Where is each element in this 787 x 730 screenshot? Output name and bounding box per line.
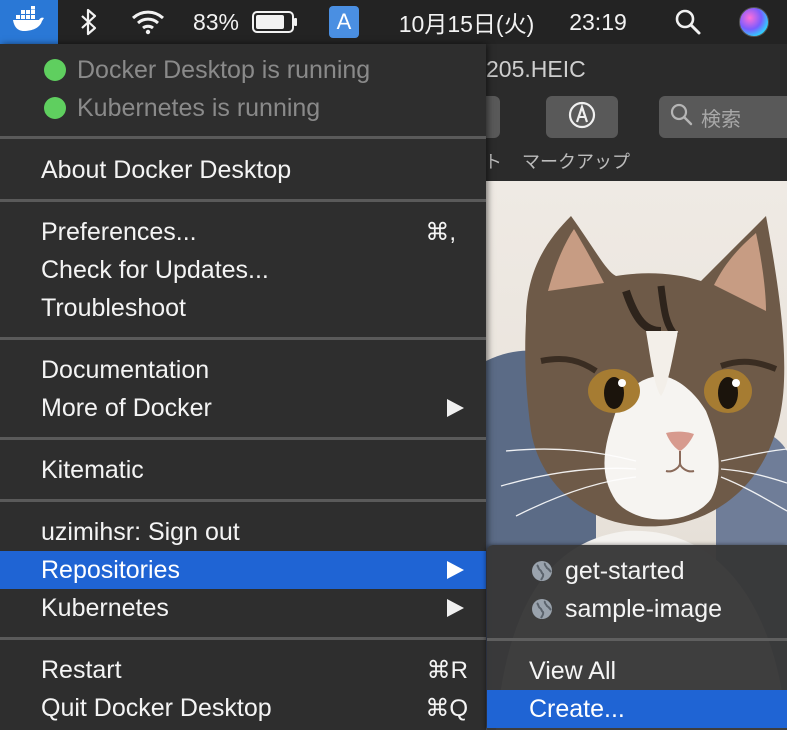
markup-button[interactable]	[546, 96, 618, 138]
input-source-indicator[interactable]: A	[327, 0, 361, 44]
menu-item-troubleshoot[interactable]: Troubleshoot	[0, 289, 486, 327]
menubar-date[interactable]: 10月15日(火)	[384, 0, 549, 44]
menu-item-preferences[interactable]: Preferences... ⌘,	[0, 213, 486, 251]
menubar-time[interactable]: 23:19	[558, 0, 638, 44]
submenu-item-create[interactable]: Create...	[487, 690, 787, 728]
menu-item-documentation[interactable]: Documentation	[0, 351, 486, 389]
status-docker-desktop: Docker Desktop is running	[0, 51, 486, 89]
menu-separator	[0, 136, 486, 139]
markup-pen-icon	[567, 100, 597, 135]
menu-separator	[0, 437, 486, 440]
menu-item-quit[interactable]: Quit Docker Desktop ⌘Q	[0, 689, 486, 727]
status-kubernetes: Kubernetes is running	[0, 89, 486, 127]
menu-item-label: uzimihsr: Sign out	[41, 517, 240, 546]
submenu-arrow-icon	[447, 599, 464, 617]
menu-item-label: Preferences...	[41, 217, 197, 246]
battery-percent[interactable]: 83%	[186, 0, 246, 44]
submenu-item-label: sample-image	[565, 594, 723, 623]
status-label: Docker Desktop is running	[77, 55, 371, 84]
menu-item-label: Troubleshoot	[41, 293, 186, 322]
menu-item-label: Quit Docker Desktop	[41, 693, 272, 722]
menu-item-kitematic[interactable]: Kitematic	[0, 451, 486, 489]
menu-item-label: Kubernetes	[41, 593, 169, 622]
docker-dropdown-menu: Docker Desktop is running Kubernetes is …	[0, 44, 486, 730]
submenu-item-label: Create...	[529, 694, 625, 723]
search-placeholder: 検索	[701, 108, 741, 131]
menu-separator	[0, 199, 486, 202]
repositories-submenu: get-started sample-image View All Create…	[487, 545, 787, 730]
menu-item-kubernetes[interactable]: Kubernetes	[0, 589, 486, 627]
menu-item-label: About Docker Desktop	[41, 155, 292, 184]
menu-item-sign-out[interactable]: uzimihsr: Sign out	[0, 513, 486, 551]
menu-item-label: Check for Updates...	[41, 255, 269, 284]
docker-menu-extra[interactable]	[0, 0, 58, 44]
battery-icon[interactable]	[250, 0, 300, 44]
menu-separator	[0, 637, 486, 640]
submenu-item-label: get-started	[565, 556, 685, 585]
siri-orb	[739, 7, 769, 37]
spotlight-search-icon[interactable]	[668, 0, 708, 44]
input-source-label: A	[329, 6, 359, 38]
menu-item-repositories[interactable]: Repositories	[0, 551, 486, 589]
menu-separator	[0, 337, 486, 340]
preview-toolbar-button[interactable]	[486, 96, 500, 138]
menu-item-label: Repositories	[41, 555, 180, 584]
markup-label: マークアップ	[522, 152, 630, 172]
menu-bar: 83% A 10月15日(火) 23:19	[0, 0, 787, 44]
menu-separator	[0, 499, 486, 502]
menu-item-label: More of Docker	[41, 393, 212, 422]
submenu-arrow-icon	[447, 399, 464, 417]
submenu-item-repo[interactable]: get-started	[487, 552, 787, 590]
menu-item-check-updates[interactable]: Check for Updates...	[0, 251, 486, 289]
status-running-dot	[44, 97, 66, 119]
globe-icon	[531, 598, 553, 620]
bluetooth-icon[interactable]	[74, 0, 104, 44]
status-label: Kubernetes is running	[77, 93, 321, 122]
menu-item-shortcut: ⌘R	[426, 656, 468, 684]
submenu-arrow-icon	[447, 561, 464, 579]
menu-item-shortcut: ⌘,	[425, 218, 456, 246]
preview-toolbar-label: ト	[484, 152, 502, 172]
status-running-dot	[44, 59, 66, 81]
preview-window-title: 205.HEIC	[486, 56, 586, 82]
submenu-item-view-all[interactable]: View All	[487, 652, 787, 690]
docker-whale-icon	[12, 6, 46, 38]
search-icon	[669, 102, 693, 132]
menu-item-shortcut: ⌘Q	[425, 694, 468, 722]
submenu-item-repo[interactable]: sample-image	[487, 590, 787, 628]
globe-icon	[531, 560, 553, 582]
menu-item-more-of-docker[interactable]: More of Docker	[0, 389, 486, 427]
menu-item-label: Kitematic	[41, 455, 144, 484]
menu-item-restart[interactable]: Restart ⌘R	[0, 651, 486, 689]
menu-separator	[487, 638, 787, 641]
wifi-icon[interactable]	[128, 0, 168, 44]
menu-item-about[interactable]: About Docker Desktop	[0, 151, 486, 189]
menu-item-label: Documentation	[41, 355, 210, 384]
menu-item-label: Restart	[41, 655, 122, 684]
preview-search-field[interactable]: 検索	[659, 96, 787, 138]
submenu-item-label: View All	[529, 656, 617, 685]
siri-icon[interactable]	[734, 0, 774, 44]
